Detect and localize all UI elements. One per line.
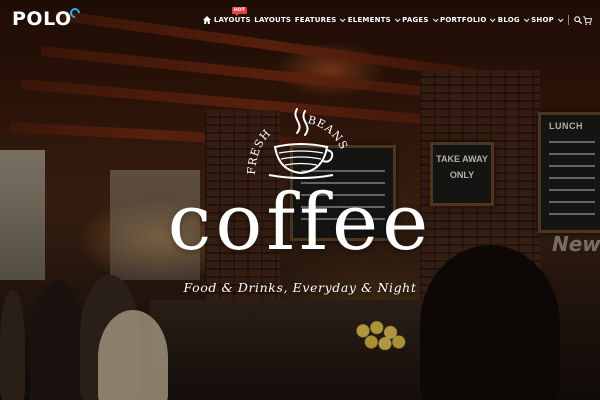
nav-item-label: PORTFOLIO bbox=[439, 16, 487, 24]
nav-item-label: ELEMENTS bbox=[347, 16, 391, 24]
nav-item-portfolio[interactable]: PORTFOLIO bbox=[439, 16, 497, 24]
hero-subtitle: Food & Drinks, Everyday & Night bbox=[183, 280, 417, 295]
nav-item-blog[interactable]: BLOG bbox=[497, 16, 530, 24]
nav-item-label: LAYOUTS bbox=[254, 16, 292, 24]
chevron-down-icon bbox=[523, 16, 530, 23]
nav-item-layouts[interactable]: LAYOUTS bbox=[254, 16, 291, 24]
nav-item-label: PAGES bbox=[402, 16, 429, 24]
nav-item-label: FEATURES bbox=[294, 16, 337, 24]
home-icon[interactable] bbox=[203, 14, 211, 26]
badge-text-fresh: FRESH bbox=[245, 126, 274, 175]
search-icon[interactable] bbox=[574, 14, 583, 26]
nav-item-elements[interactable]: ELEMENTS bbox=[347, 16, 401, 24]
badge-text-beans: BEANS bbox=[306, 113, 350, 152]
chevron-down-icon bbox=[490, 16, 497, 23]
chevron-down-icon bbox=[340, 16, 347, 23]
nav-item-label: SHOP bbox=[531, 16, 554, 24]
top-navigation-bar: POLO LAYOUTS HOT LAYOUTS FEATURES ELEMEN… bbox=[0, 0, 600, 38]
main-menu: LAYOUTS HOT LAYOUTS FEATURES ELEMENTS PA… bbox=[203, 7, 592, 26]
nav-item-label: BLOG bbox=[497, 16, 520, 24]
nav-item-label: LAYOUTS bbox=[213, 16, 251, 24]
hot-badge: HOT bbox=[231, 7, 248, 16]
fresh-beans-emblem: FRESH BEANS bbox=[235, 105, 365, 185]
nav-item-shop[interactable]: SHOP bbox=[531, 16, 564, 24]
chevron-down-icon bbox=[394, 16, 401, 23]
cart-icon[interactable] bbox=[582, 14, 592, 26]
nav-item-features[interactable]: FEATURES bbox=[294, 16, 347, 24]
chevron-down-icon bbox=[557, 16, 564, 23]
nav-item-layouts-hot[interactable]: LAYOUTS HOT bbox=[213, 7, 251, 24]
site-logo[interactable]: POLO bbox=[12, 8, 72, 30]
chevron-down-icon bbox=[432, 16, 439, 23]
hero-title: coffee bbox=[167, 178, 433, 268]
nav-item-pages[interactable]: PAGES bbox=[402, 16, 439, 24]
